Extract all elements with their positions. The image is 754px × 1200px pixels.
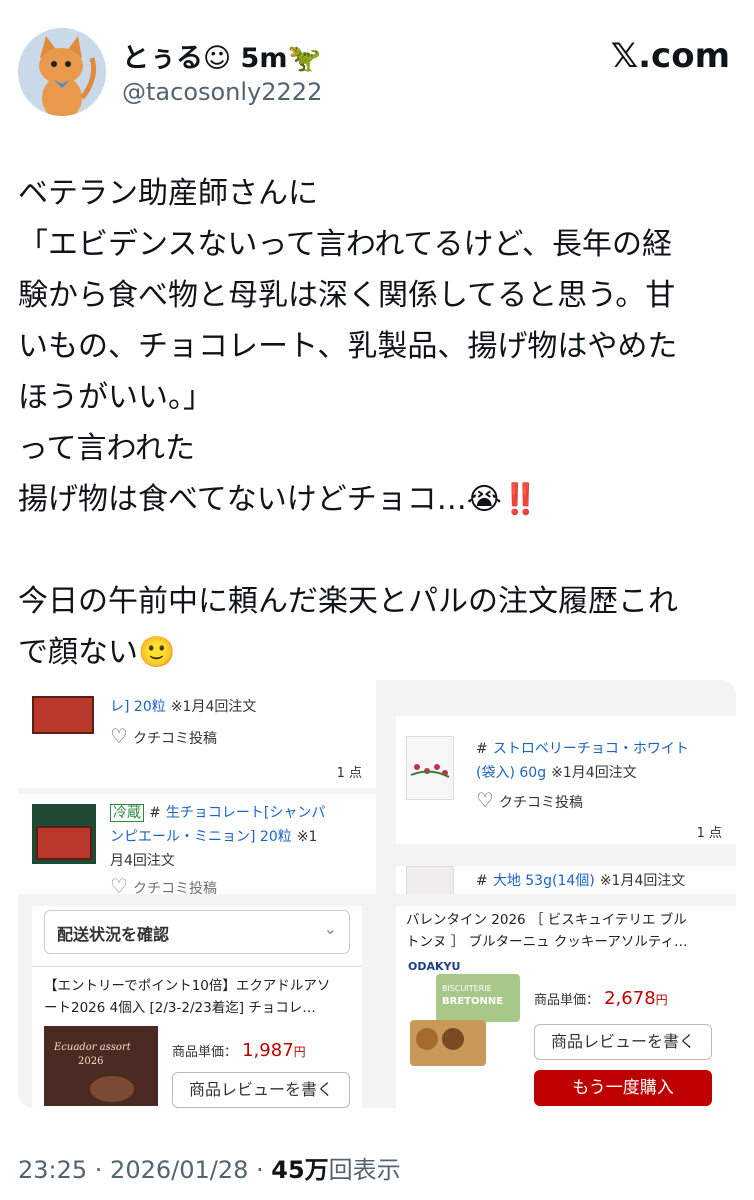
order-note: ※1月4回注文 xyxy=(170,699,257,715)
heart-icon[interactable]: ♡ xyxy=(110,874,128,894)
yen-unit: 円 xyxy=(293,1045,306,1059)
price-value: 1,987 xyxy=(242,1040,294,1061)
order-note: ※1月4回注文 xyxy=(551,765,637,781)
product-title[interactable]: 生チョコレート[シャンパ xyxy=(166,805,325,821)
strawberry-chocolate-image xyxy=(406,736,454,800)
tweet-line: 今日の午前中に頼んだ楽天とパルの注文履歴これ xyxy=(18,584,678,619)
tweet-line: 「エビデンスないって言われてるけど、長年の経 xyxy=(18,227,672,262)
order-panel-2: 冷蔵 # 生チョコレート[シャンパ ンピエール・ミニョン] 20粒 ※1 月4回… xyxy=(18,794,376,894)
attached-image[interactable]: レ] 20粒 ※1月4回注文 ♡ クチコミ投稿 1 点 冷蔵 # 生チョコレート… xyxy=(18,680,736,1108)
tweet-header: とぅる☺︎ 5m🦖 @tacosonly2222 𝕏.com xyxy=(18,26,738,118)
order-note: ※1 xyxy=(296,829,318,845)
product-title[interactable]: 大地 53g(14個) xyxy=(493,873,595,889)
box-text: Ecuador assort xyxy=(54,1042,131,1053)
chevron-down-icon: ⌄ xyxy=(323,919,337,938)
product-title[interactable]: バレンタイン 2026 ［ ビスキュイテリエ ブル xyxy=(406,908,687,928)
order-panel-4: # 大地 53g(14個) ※1月4回注文 xyxy=(396,866,736,894)
brand-logo: ODAKYU xyxy=(408,960,461,973)
timestamp[interactable]: 23:25 · 2026/01/28 · xyxy=(18,1156,271,1184)
x-logo: 𝕏.com xyxy=(610,36,730,76)
tweet-line: で顔ない🙂 xyxy=(18,635,176,670)
box-label: BRETONNE xyxy=(442,996,504,1007)
review-link[interactable]: クチコミ投稿 xyxy=(133,881,217,894)
write-review-button[interactable]: 商品レビューを書く xyxy=(534,1024,712,1060)
hash-mark: # xyxy=(476,873,488,889)
user-handle[interactable]: @tacosonly2222 xyxy=(122,78,322,106)
buy-again-button[interactable]: もう一度購入 xyxy=(534,1070,712,1106)
box-label: BISCUITERIE xyxy=(442,984,492,993)
product-title[interactable]: ストロベリーチョコ・ホワイト xyxy=(493,741,689,757)
tweet-footer: 23:25 · 2026/01/28 · 45万回表示 xyxy=(18,1150,401,1185)
order-panel-3: # ストロベリーチョコ・ホワイト (袋入) 60g ※1月4回注文 ♡ クチコミ… xyxy=(396,716,736,844)
product-title-cont[interactable]: (袋入) 60g xyxy=(476,765,546,781)
order-note: ※1月4回注文 xyxy=(599,873,686,889)
product-title[interactable]: レ] 20粒 xyxy=(110,699,166,715)
item-count: 1 点 xyxy=(336,766,362,781)
product-image xyxy=(406,866,454,894)
price-value: 2,678 xyxy=(604,988,656,1009)
hash-mark: # xyxy=(476,741,488,757)
product-title-cont[interactable]: ンピエール・ミニョン] 20粒 xyxy=(110,829,292,845)
view-count: 45万 xyxy=(271,1156,329,1184)
tweet-line: 揚げ物は食べてないけどチョコ…😭‼️ xyxy=(18,482,540,517)
tweet-line: ほうがいい。」 xyxy=(18,380,213,415)
order-panel-1: レ] 20粒 ※1月4回注文 ♡ クチコミ投稿 1 点 xyxy=(18,680,376,788)
tweet-line: ベテラン助産師さんに xyxy=(18,176,318,211)
cat-avatar-icon xyxy=(18,28,106,116)
tweet-text: ベテラン助産師さんに 「エビデンスないって言われてるけど、長年の経 験から食べ物… xyxy=(18,168,738,678)
yen-unit: 円 xyxy=(655,993,668,1007)
display-name[interactable]: とぅる☺︎ 5m🦖 xyxy=(122,36,321,75)
delivery-status-button[interactable]: 配送状況を確認 ⌄ xyxy=(44,910,350,954)
chocolate-box-image xyxy=(32,804,96,864)
review-link[interactable]: クチコミ投稿 xyxy=(499,795,583,811)
review-link[interactable]: クチコミ投稿 xyxy=(133,731,217,747)
tweet-line: 験から食べ物と母乳は深く関係してると思う。甘 xyxy=(18,278,676,313)
order-note-cont: 月4回注文 xyxy=(110,853,175,869)
avatar[interactable] xyxy=(18,28,106,116)
price-label: 商品単価： xyxy=(172,1045,238,1060)
order-panel-6: バレンタイン 2026 ［ ビスキュイテリエ ブル トンヌ ］ ブルターニュ ク… xyxy=(396,906,736,1108)
refrigerated-tag: 冷蔵 xyxy=(110,804,144,822)
heart-icon[interactable]: ♡ xyxy=(476,788,494,812)
price-label: 商品単価： xyxy=(534,993,600,1008)
tweet-line: って言われた xyxy=(18,431,195,466)
box-text: 2026 xyxy=(78,1056,104,1067)
tweet-line: いもの、チョコレート、乳製品、揚げ物はやめた xyxy=(18,329,678,364)
delivery-status-label: 配送状況を確認 xyxy=(57,925,170,944)
ecuador-chocolate-image: Ecuador assort 2026 xyxy=(44,1026,158,1106)
chocolate-image xyxy=(32,696,94,734)
hash-mark: # xyxy=(149,805,161,821)
cookie-box-image: ODAKYU BISCUITERIE BRETONNE xyxy=(406,960,524,1070)
view-count-label: 回表示 xyxy=(328,1156,401,1184)
item-count: 1 点 xyxy=(696,826,722,841)
write-review-button[interactable]: 商品レビューを書く xyxy=(172,1072,350,1108)
order-panel-5: 配送状況を確認 ⌄ 【エントリーでポイント10倍】エクアドルアソ ート2026 … xyxy=(32,906,362,1108)
product-title[interactable]: 【エントリーでポイント10倍】エクアドルアソ xyxy=(44,974,330,994)
product-title-cont[interactable]: ート2026 4個入 [2/3-2/23着迄] チョコレ… xyxy=(44,996,316,1016)
product-title-cont[interactable]: トンヌ ］ ブルターニュ クッキーアソルティ… xyxy=(406,930,688,950)
heart-icon[interactable]: ♡ xyxy=(110,724,128,748)
